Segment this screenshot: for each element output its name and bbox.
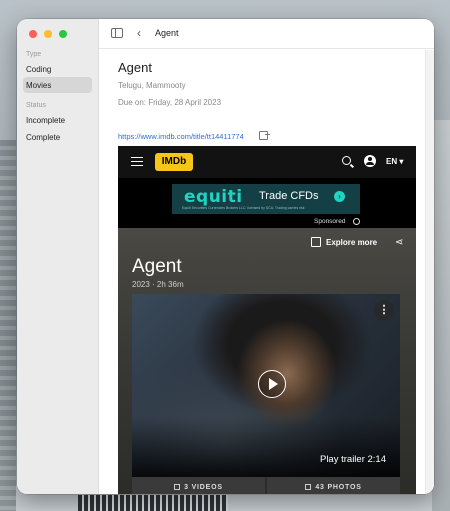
ad-arrow-icon: › — [334, 191, 345, 202]
sidebar-item-movies[interactable]: Movies — [23, 77, 92, 93]
desktop-background-right — [432, 120, 450, 511]
title-hero: Explore more ⋖ Agent 2023 · 2h 36m ⋮ Pla… — [118, 228, 416, 494]
imdb-logo[interactable]: IMDb — [155, 153, 193, 171]
explore-more-button[interactable]: Explore more — [326, 238, 377, 247]
ad-disclaimer: Equiti Securities Currencies Brokers LLC… — [182, 206, 305, 210]
imdb-link[interactable]: https://www.imdb.com/title/tt14411774 — [118, 132, 244, 141]
sidebar-section-status: Status — [26, 102, 46, 109]
video-library-icon — [174, 484, 181, 490]
info-icon[interactable] — [353, 218, 360, 225]
movie-meta: 2023 · 2h 36m — [132, 280, 184, 289]
item-title: Agent — [118, 60, 152, 75]
sidebar-item-complete[interactable]: Complete — [23, 129, 92, 145]
item-due-date: Due on: Friday, 28 April 2023 — [118, 98, 222, 107]
sidebar: Type Coding Movies Status Incomplete Com… — [17, 19, 99, 494]
web-preview[interactable]: IMDb EN ▾ equiti Trade CFDs › Equiti Sec… — [118, 146, 416, 494]
sidebar-section-type: Type — [26, 51, 42, 58]
zoom-window-button[interactable] — [59, 30, 67, 38]
language-selector[interactable]: EN ▾ — [386, 157, 403, 166]
video-gradient — [132, 417, 400, 477]
app-window: Type Coding Movies Status Incomplete Com… — [17, 19, 434, 494]
sponsored-label: Sponsored — [314, 218, 346, 225]
back-chevron-icon[interactable]: ‹ — [137, 26, 141, 40]
search-icon[interactable] — [342, 156, 351, 165]
videos-label: 3 VIDEOS — [184, 484, 223, 491]
detail-content: Agent Telugu, Mammooty Due on: Friday, 2… — [99, 50, 434, 494]
ad-area: equiti Trade CFDs › Equiti Securities Cu… — [118, 178, 416, 228]
account-icon[interactable] — [364, 155, 376, 167]
movie-year: 2023 — [132, 280, 150, 289]
photos-button[interactable]: 43 PHOTOS — [267, 477, 400, 494]
trailer-video[interactable]: ⋮ Play trailer 2:14 — [132, 294, 400, 477]
movie-title: Agent — [132, 256, 182, 277]
share-icon[interactable]: ⋖ — [395, 237, 403, 248]
item-languages: Telugu, Mammooty — [118, 81, 186, 90]
toolbar: ‹ Agent — [99, 19, 434, 49]
play-icon[interactable] — [258, 370, 286, 398]
ad-banner[interactable]: equiti Trade CFDs › Equiti Securities Cu… — [172, 184, 360, 214]
vertical-scrollbar[interactable] — [425, 50, 434, 494]
menu-icon[interactable] — [131, 157, 143, 166]
main-pane: ‹ Agent Agent Telugu, Mammooty Due on: F… — [99, 19, 434, 494]
toolbar-title: Agent — [155, 28, 179, 38]
sidebar-item-coding[interactable]: Coding — [23, 61, 92, 77]
window-controls — [29, 30, 67, 38]
sidebar-item-incomplete[interactable]: Incomplete — [23, 112, 92, 128]
sidebar-toggle-icon[interactable] — [111, 28, 123, 38]
grid-icon[interactable] — [311, 237, 321, 247]
photos-label: 43 PHOTOS — [315, 484, 362, 491]
ad-brand: equiti — [184, 187, 243, 207]
media-strip: 3 VIDEOS 43 PHOTOS — [132, 477, 400, 494]
desktop-background-bottom — [78, 495, 228, 511]
ad-cta: Trade CFDs — [259, 190, 319, 202]
play-trailer-label[interactable]: Play trailer 2:14 — [320, 454, 386, 465]
photo-library-icon — [305, 484, 312, 490]
desktop-background — [0, 140, 16, 511]
movie-runtime: 2h 36m — [156, 280, 184, 289]
minimize-window-button[interactable] — [44, 30, 52, 38]
open-external-icon[interactable] — [259, 131, 270, 140]
more-options-icon[interactable]: ⋮ — [374, 300, 394, 320]
imdb-navbar: IMDb EN ▾ — [118, 146, 416, 178]
close-window-button[interactable] — [29, 30, 37, 38]
videos-button[interactable]: 3 VIDEOS — [132, 477, 265, 494]
